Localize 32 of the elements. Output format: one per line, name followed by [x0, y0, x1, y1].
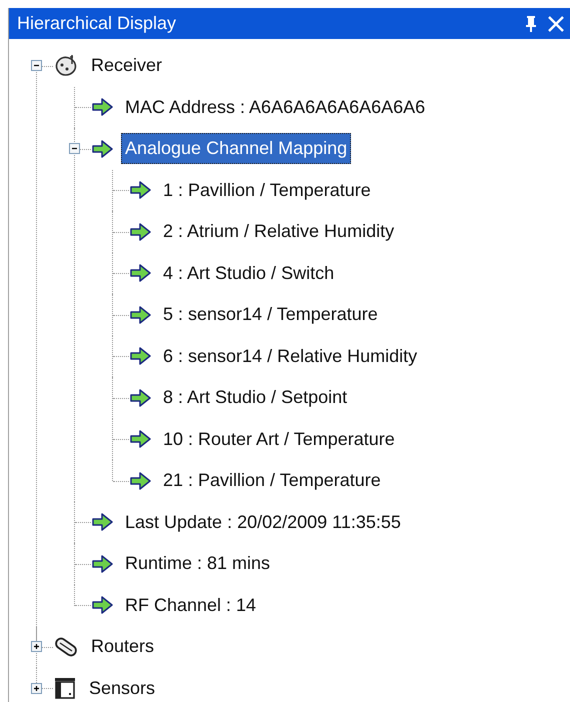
tree-item[interactable]: 21 : Pavillion / Temperature: [159, 465, 385, 496]
arrow-icon: [129, 347, 151, 366]
tree-item[interactable]: RF Channel : 14: [121, 590, 260, 621]
arrow-icon: [129, 430, 151, 448]
tree-item[interactable]: MAC Address : A6A6A6A6A6A6A6A6: [121, 92, 430, 123]
arrow-icon: [129, 472, 151, 490]
tree-item[interactable]: Sensors: [85, 672, 160, 702]
arrow-icon: [129, 306, 151, 324]
receiver-icon: [53, 52, 79, 79]
tree-item[interactable]: Routers: [87, 631, 158, 662]
tree-item[interactable]: 6 : sensor14 / Relative Humidity: [159, 340, 422, 372]
arrow-icon: [91, 513, 113, 532]
tree-item[interactable]: 8 : Art Studio / Setpoint: [159, 382, 352, 414]
tree-item[interactable]: Last Update : 20/02/2009 11:35:55: [121, 506, 405, 538]
tree-item[interactable]: 1 : Pavillion / Temperature: [159, 174, 375, 206]
arrow-icon: [129, 264, 151, 282]
tree-item[interactable]: Runtime : 81 mins: [121, 548, 274, 580]
arrow-icon: [129, 222, 151, 241]
tree-item[interactable]: Analogue Channel Mapping: [121, 133, 352, 164]
tree-item[interactable]: 5 : sensor14 / Temperature: [159, 299, 382, 330]
tree-item[interactable]: Receiver: [87, 50, 166, 82]
arrow-icon: [129, 388, 151, 407]
arrow-icon: [91, 554, 113, 573]
window-title: Hierarchical Display: [17, 12, 178, 35]
tree-item[interactable]: 10 : Router Art / Temperature: [159, 424, 399, 455]
sensor-icon: [53, 676, 77, 700]
tree-item[interactable]: 4 : Art Studio / Switch: [159, 258, 338, 289]
arrow-icon: [91, 140, 113, 158]
arrow-icon: [91, 98, 113, 116]
arrow-icon: [91, 596, 113, 614]
tree-item[interactable]: 2 : Atrium / Relative Humidity: [159, 216, 398, 248]
arrow-icon: [129, 181, 151, 200]
